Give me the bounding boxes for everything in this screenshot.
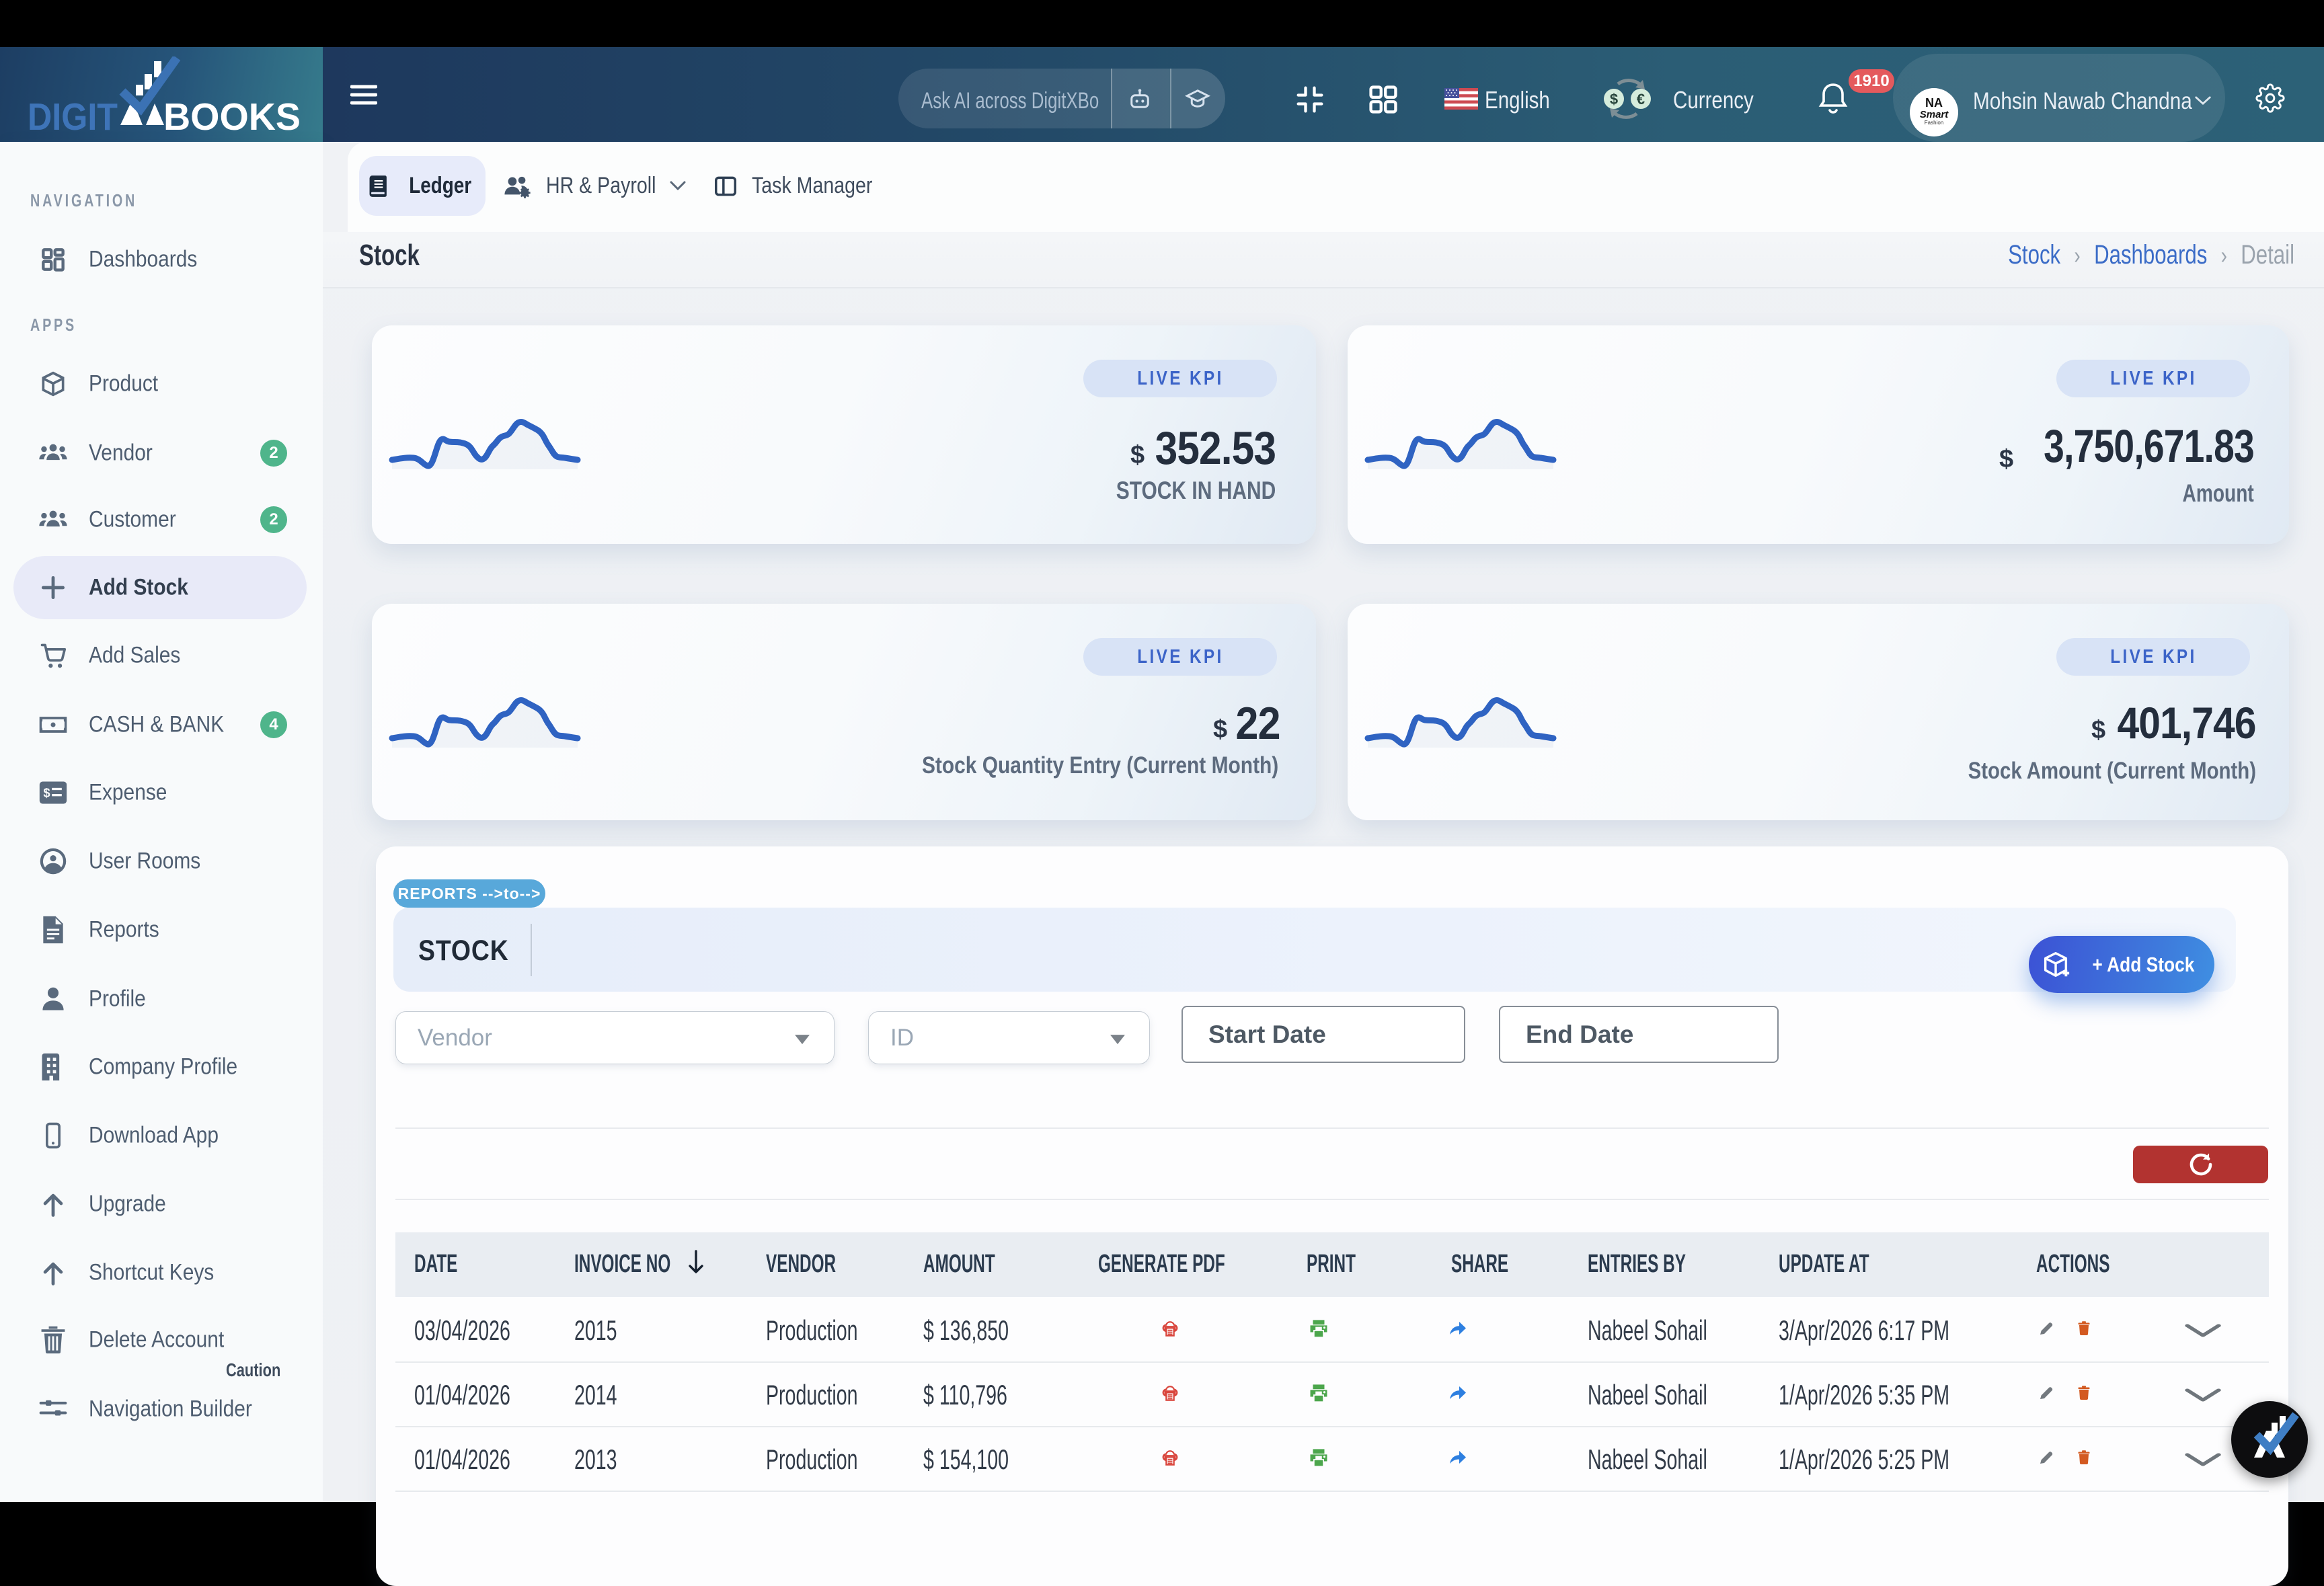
svg-text:BOOKS: BOOKS — [163, 95, 301, 134]
svg-text:$: $ — [43, 785, 50, 799]
svg-text:DIGIT: DIGIT — [28, 95, 118, 134]
svg-text:$: $ — [1610, 91, 1618, 108]
svg-text:€: € — [1637, 91, 1645, 108]
